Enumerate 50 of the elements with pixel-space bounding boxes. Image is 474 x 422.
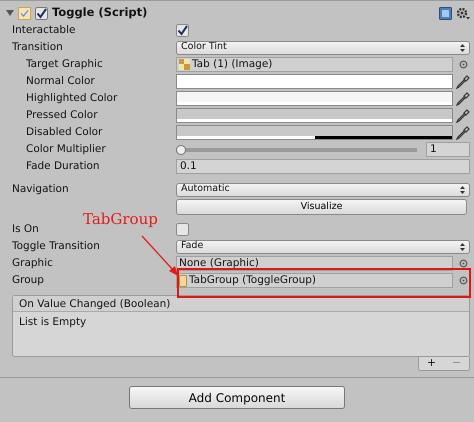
property-label: Graphic xyxy=(12,256,53,269)
foldout-arrow-icon[interactable] xyxy=(6,9,14,17)
color-swatch[interactable] xyxy=(176,91,453,106)
property-label: Interactable xyxy=(12,24,76,36)
number-field[interactable]: 0.1 xyxy=(176,159,470,174)
property-dropdown[interactable]: Fade xyxy=(176,240,470,254)
image-icon xyxy=(179,59,190,70)
property-label: Disabled Color xyxy=(26,126,102,138)
object-field[interactable]: TabGroup (ToggleGroup) xyxy=(176,273,453,288)
eyedropper-icon[interactable] xyxy=(456,126,470,140)
property-dropdown[interactable]: Automatic xyxy=(176,182,470,196)
object-picker-icon[interactable] xyxy=(458,60,468,69)
visualize-button[interactable]: Visualize xyxy=(176,198,467,214)
color-swatch[interactable] xyxy=(176,125,453,140)
property-label: Transition xyxy=(12,40,63,53)
property-label: Navigation xyxy=(12,182,69,195)
empty-list-text: List is Empty xyxy=(19,316,86,328)
help-book-icon[interactable] xyxy=(439,6,452,20)
property-label: Pressed Color xyxy=(26,108,98,121)
color-swatch[interactable] xyxy=(176,74,453,89)
property-label: Group xyxy=(12,274,44,286)
object-field[interactable]: Tab (1) (Image) xyxy=(176,57,453,72)
property-label: Fade Duration xyxy=(26,160,100,172)
slider-thumb[interactable] xyxy=(176,144,186,154)
enable-checkbox[interactable] xyxy=(35,6,48,20)
property-label: Highlighted Color xyxy=(26,92,118,104)
add-button[interactable]: + xyxy=(426,357,436,370)
event-title: On Value Changed (Boolean) xyxy=(19,298,170,310)
property-label: Color Multiplier xyxy=(26,142,106,155)
number-field[interactable]: 1 xyxy=(426,142,470,157)
eyedropper-icon[interactable] xyxy=(456,74,470,88)
property-label: Toggle Transition xyxy=(12,240,100,252)
annotation-arrow xyxy=(140,234,180,278)
dropdown-arrows-icon xyxy=(460,44,465,52)
toggle-component-icon xyxy=(18,6,31,20)
annotation-label: TabGroup xyxy=(83,209,158,230)
dropdown-arrows-icon xyxy=(460,242,465,250)
color-swatch[interactable] xyxy=(176,108,453,123)
component-title: Toggle (Script) xyxy=(52,4,148,22)
property-label: Is On xyxy=(12,222,39,235)
property-checkbox[interactable] xyxy=(176,223,189,236)
eyedropper-icon[interactable] xyxy=(456,92,470,106)
add-component-button[interactable]: Add Component xyxy=(129,386,345,409)
dropdown-arrows-icon xyxy=(460,186,465,194)
property-checkbox[interactable] xyxy=(176,24,189,37)
property-dropdown[interactable]: Color Tint xyxy=(176,40,470,54)
property-label: Normal Color xyxy=(26,74,95,87)
property-label: Target Graphic xyxy=(26,58,103,70)
script-icon xyxy=(179,274,187,286)
eyedropper-icon[interactable] xyxy=(456,108,470,122)
